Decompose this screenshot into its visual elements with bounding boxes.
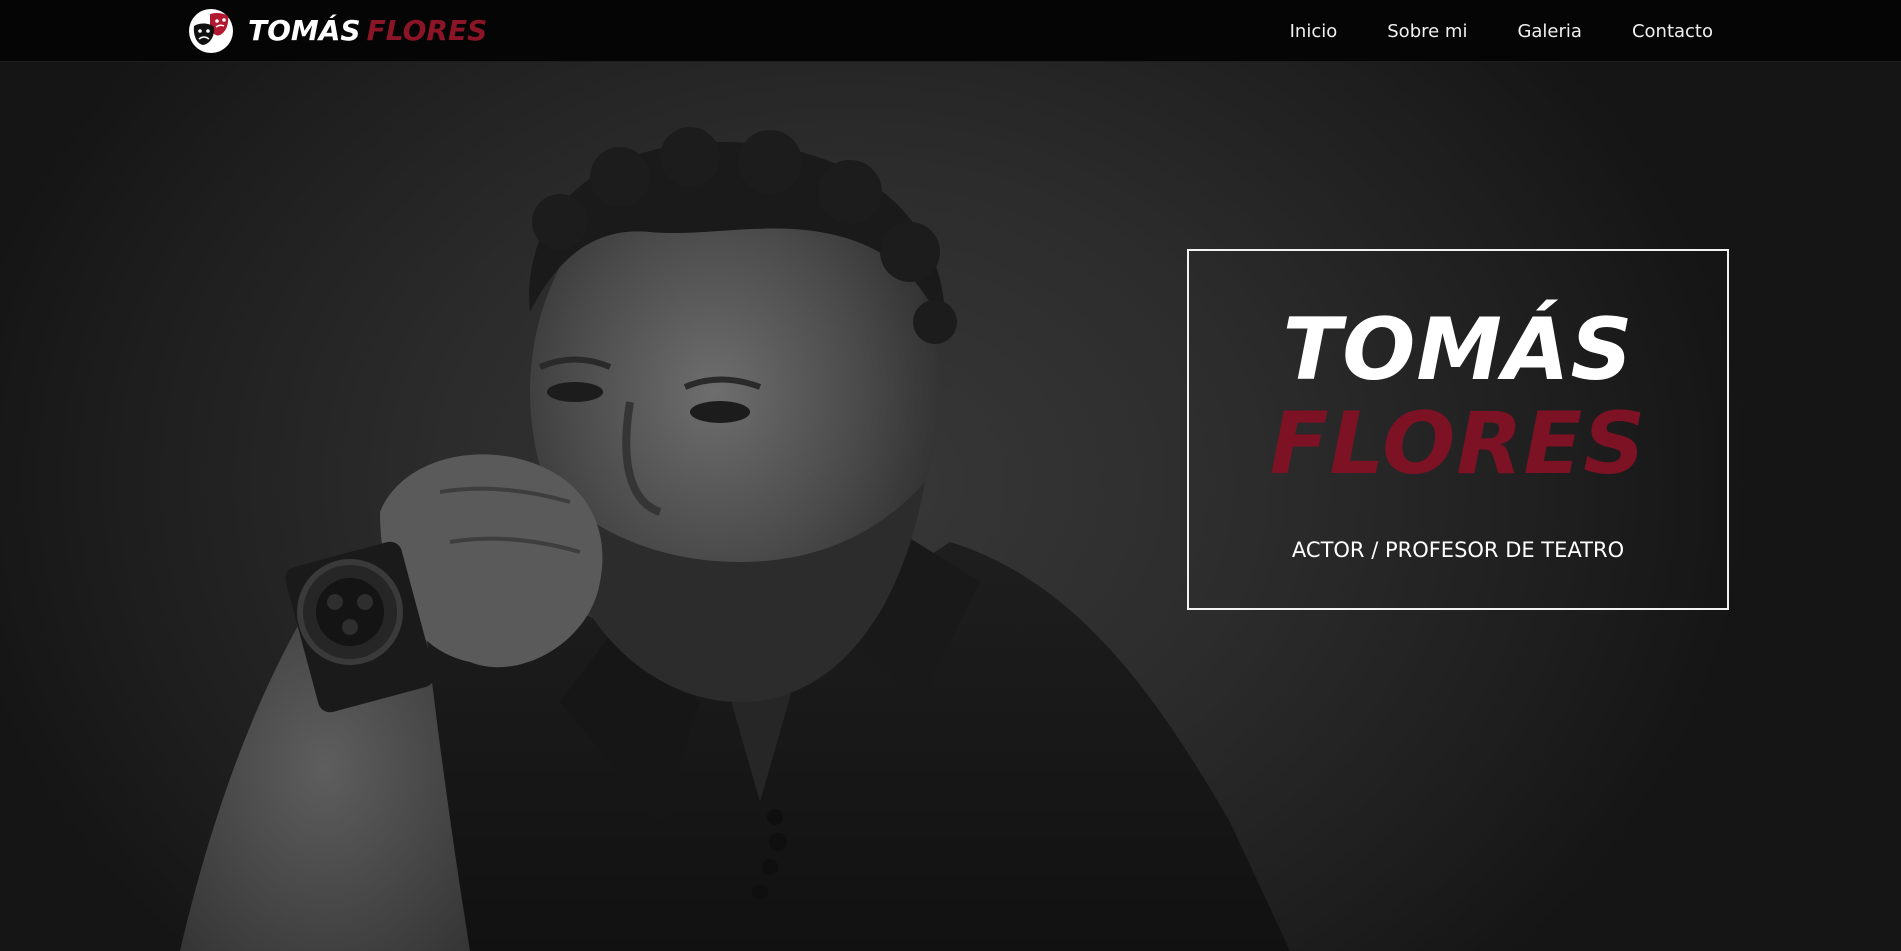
theater-masks-icon	[189, 9, 233, 53]
hero-title-card: TOMÁS FLORES ACTOR / PROFESOR DE TEATRO	[1187, 249, 1729, 610]
hero-subtitle: ACTOR / PROFESOR DE TEATRO	[1291, 538, 1625, 562]
hero-title-first-name: TOMÁS	[1282, 300, 1634, 400]
brand-last-name: FLORES	[366, 14, 488, 47]
page: TOMÁS FLORES Inicio Sobre mi Galeria Cont…	[0, 0, 1901, 951]
brand-name: TOMÁS FLORES	[248, 17, 487, 45]
nav-link-galeria[interactable]: Galeria	[1517, 21, 1582, 42]
main-nav: Inicio Sobre mi Galeria Contacto	[1290, 0, 1713, 62]
nav-link-contacto[interactable]: Contacto	[1632, 21, 1713, 42]
nav-link-inicio[interactable]: Inicio	[1290, 21, 1338, 42]
navbar: TOMÁS FLORES Inicio Sobre mi Galeria Cont…	[0, 0, 1901, 62]
brand-first-name: TOMÁS	[248, 14, 361, 47]
hero-section: TOMÁS FLORES ACTOR / PROFESOR DE TEATRO	[0, 62, 1901, 951]
hero-title-last-name: FLORES	[1269, 394, 1647, 494]
nav-link-sobre-mi[interactable]: Sobre mi	[1387, 21, 1467, 42]
brand-link[interactable]: TOMÁS FLORES	[188, 6, 487, 56]
